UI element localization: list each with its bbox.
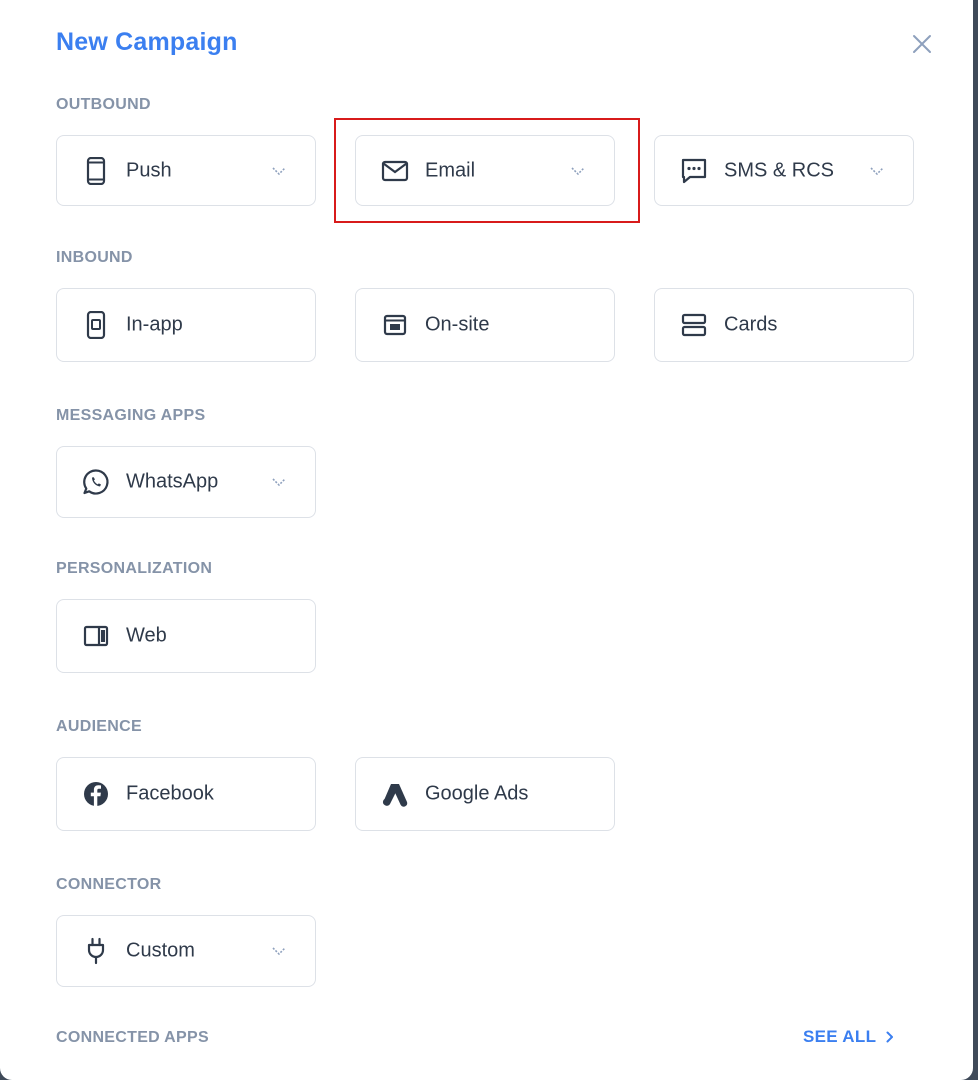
channel-card-push[interactable]: Push: [56, 135, 316, 206]
channel-label-whatsapp: WhatsApp: [126, 470, 219, 493]
plug-icon: [82, 937, 110, 965]
section-label-connected-apps: CONNECTED APPS: [56, 1029, 209, 1046]
whatsapp-icon: [82, 468, 110, 496]
google-ads-icon: [381, 780, 409, 808]
channel-label-google-ads: Google Ads: [425, 782, 529, 805]
chevron-down-icon[interactable]: [271, 946, 287, 956]
channel-label-cards: Cards: [724, 313, 778, 336]
channel-label-in-app: In-app: [126, 313, 183, 336]
channel-label-email: Email: [425, 159, 476, 181]
channel-card-web[interactable]: Web: [56, 599, 316, 673]
section-label-personalization: PERSONALIZATION: [56, 560, 213, 577]
chevron-down-icon[interactable]: [570, 166, 586, 176]
channel-label-on-site: On-site: [425, 313, 490, 336]
in-app-icon: [82, 311, 110, 339]
channel-card-custom[interactable]: Custom: [56, 915, 316, 987]
chevron-down-icon[interactable]: [271, 166, 287, 176]
section-label-messaging-apps: MESSAGING APPS: [56, 407, 206, 424]
channel-label-facebook: Facebook: [126, 782, 214, 805]
see-all-link[interactable]: SEE ALL: [803, 1027, 894, 1047]
channel-label-push: Push: [126, 159, 172, 181]
cards-icon: [680, 311, 708, 339]
facebook-icon: [82, 780, 110, 808]
channel-card-on-site[interactable]: On-site: [355, 288, 615, 362]
close-icon: [913, 35, 931, 53]
channel-card-in-app[interactable]: In-app: [56, 288, 316, 362]
web-layout-icon: [82, 622, 110, 650]
channel-label-web: Web: [126, 624, 167, 647]
section-label-inbound: INBOUND: [56, 249, 133, 266]
chevron-right-icon: [886, 1031, 894, 1043]
see-all-label: SEE ALL: [803, 1027, 877, 1046]
channel-card-facebook[interactable]: Facebook: [56, 757, 316, 831]
channel-label-sms-rcs: SMS & RCS: [724, 159, 835, 181]
channel-card-google-ads[interactable]: Google Ads: [355, 757, 615, 831]
browser-window-icon: [381, 311, 409, 339]
section-label-audience: AUDIENCE: [56, 718, 142, 735]
section-label-outbound: OUTBOUND: [56, 96, 151, 113]
chat-bubble-icon: [680, 157, 708, 185]
close-button[interactable]: [908, 30, 936, 58]
channel-card-cards[interactable]: Cards: [654, 288, 914, 362]
mobile-phone-icon: [82, 156, 110, 185]
channel-card-email[interactable]: Email: [355, 135, 615, 206]
new-campaign-modal: New Campaign OUTBOUND Push Email SMS & R…: [0, 0, 973, 1080]
chevron-down-icon[interactable]: [869, 166, 885, 176]
envelope-icon: [381, 157, 409, 185]
chevron-down-icon[interactable]: [271, 477, 287, 487]
channel-card-whatsapp[interactable]: WhatsApp: [56, 446, 316, 518]
section-label-connector: CONNECTOR: [56, 876, 162, 893]
channel-label-custom: Custom: [126, 939, 195, 962]
channel-card-sms-rcs[interactable]: SMS & RCS: [654, 135, 914, 206]
modal-title: New Campaign: [56, 28, 238, 56]
